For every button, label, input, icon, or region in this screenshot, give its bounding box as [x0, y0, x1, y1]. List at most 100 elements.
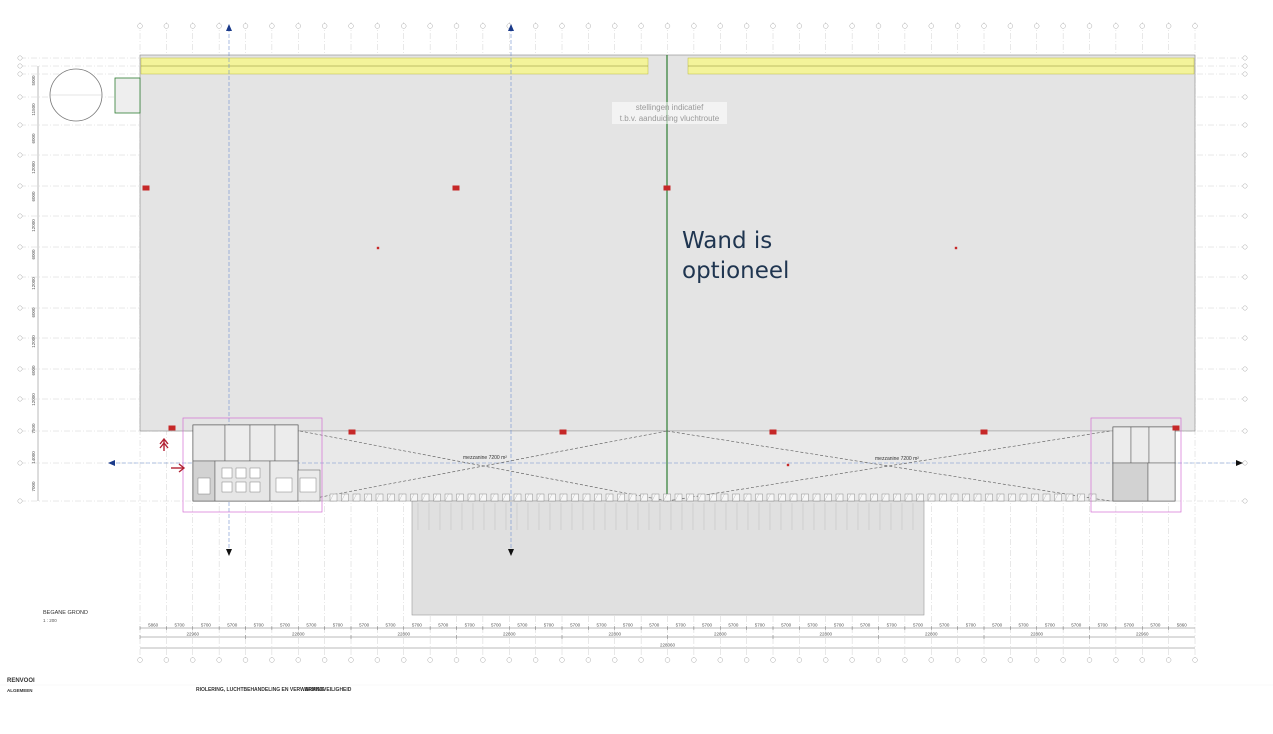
- dimension-label-bay: 5700: [386, 623, 397, 628]
- grid-bubble: [506, 657, 512, 663]
- loading-door: [433, 493, 441, 502]
- grid-bubble: [322, 23, 328, 29]
- loading-door: [789, 493, 798, 502]
- loading-door: [617, 493, 625, 502]
- grid-bubble: [242, 657, 249, 663]
- grid-bubble: [585, 657, 591, 663]
- grid-bubble: [1192, 657, 1198, 663]
- optional-wall-note-line1: Wand is: [682, 228, 773, 254]
- dimension-label-bay: 5700: [254, 623, 265, 628]
- grid-bubble: [1242, 396, 1248, 402]
- grid-bubble: [1242, 183, 1248, 189]
- dimension-label-bay: 5700: [860, 623, 871, 628]
- fire-hose-icon: [980, 429, 988, 435]
- floor-title: BEGANE GROND: [43, 610, 88, 616]
- grid-bubble: [480, 657, 486, 663]
- grid-bubble: [612, 657, 618, 663]
- grid-bubble: [17, 396, 23, 402]
- office-table: [235, 481, 247, 493]
- office-table: [221, 481, 233, 493]
- grid-bubble: [1242, 63, 1248, 69]
- grid-bubble: [242, 23, 249, 29]
- loading-door: [663, 493, 671, 502]
- dimension-label-group: 22800: [819, 632, 832, 637]
- optional-wall-note: Wand is optioneel: [682, 226, 789, 286]
- grid-bubble: [928, 23, 934, 29]
- dimension-label-side: 11500: [31, 103, 36, 116]
- grid-bubble: [849, 23, 855, 29]
- grid-bubble: [1242, 152, 1248, 158]
- dimension-label-side: 14000: [31, 451, 36, 464]
- loading-door: [1077, 493, 1085, 502]
- fire-hose-icon: [769, 429, 777, 435]
- grid-bubble: [17, 305, 23, 311]
- dimension-label-bay: 5700: [280, 623, 291, 628]
- grid-bubble: [1007, 23, 1013, 29]
- loading-door: [364, 493, 372, 502]
- office-desk: [275, 477, 293, 493]
- loading-door: [950, 493, 959, 502]
- dimension-label-bay: 5700: [491, 623, 502, 628]
- grid-bubble: [17, 152, 23, 158]
- grid-bubble: [1242, 335, 1248, 341]
- loading-door: [605, 493, 614, 502]
- loading-door: [870, 493, 878, 502]
- dimension-label-bay: 5700: [649, 623, 660, 628]
- office-table: [249, 467, 261, 479]
- dimension-label-group: 22800: [608, 632, 621, 637]
- dimension-label-bay: 5700: [834, 623, 845, 628]
- dimension-label-total: 228060: [660, 643, 676, 648]
- dimension-label-group: 22800: [292, 632, 305, 637]
- dimension-label-bay: 5700: [1019, 623, 1030, 628]
- dimension-label-side: 12000: [31, 219, 36, 232]
- loading-door: [893, 493, 901, 502]
- dimension-label-side: 12000: [31, 335, 36, 348]
- loading-door: [778, 493, 786, 502]
- loading-door: [904, 493, 913, 502]
- dimension-label-side: 6000: [31, 133, 36, 144]
- grid-bubble: [664, 657, 671, 663]
- dimension-label-side: 6000: [31, 307, 36, 318]
- dimension-label-group: 22800: [925, 632, 938, 637]
- grid-bubble: [322, 657, 328, 663]
- loading-door: [812, 493, 821, 502]
- dimension-label-group: 22800: [397, 632, 410, 637]
- entrance-arrow-icon: [159, 437, 186, 473]
- mezzanine-zone: [192, 430, 1114, 502]
- loading-door: [375, 493, 384, 502]
- dimension-label-bay: 5700: [438, 623, 449, 628]
- grid-bubble: [1192, 23, 1198, 29]
- office-desk: [197, 477, 211, 495]
- loading-door: [1054, 493, 1062, 502]
- fire-hose-icon: [663, 185, 671, 191]
- loading-door: [1042, 493, 1051, 502]
- fire-hose-icon: [1172, 425, 1180, 431]
- dimension-label-bay: 5700: [781, 623, 792, 628]
- fire-extinguisher-icon: [376, 246, 380, 250]
- pump-room: [114, 77, 141, 114]
- grid-bubble: [295, 23, 301, 29]
- dimension-label-bay: 5700: [702, 623, 713, 628]
- dimension-label-side: 6000: [31, 365, 36, 376]
- grid-bubble: [17, 498, 23, 504]
- loading-door: [536, 493, 545, 502]
- loading-door: [502, 493, 510, 502]
- grid-bubble: [1060, 657, 1066, 663]
- loading-door: [444, 493, 453, 502]
- grid-bubble: [1242, 305, 1248, 311]
- loading-door: [939, 493, 947, 502]
- loading-door: [962, 493, 970, 502]
- dimension-label-bay: 5700: [412, 623, 423, 628]
- fire-hose-icon: [142, 185, 150, 191]
- grid-bubble: [1242, 498, 1248, 504]
- loading-door: [525, 493, 533, 502]
- loading-door: [720, 493, 729, 502]
- grid-bubble: [1166, 23, 1172, 29]
- grid-bubble: [374, 657, 380, 663]
- dimension-label-bay: 5700: [1071, 623, 1082, 628]
- dimension-label-bay: 5700: [1150, 623, 1161, 628]
- grid-bubble: [902, 23, 908, 29]
- loading-door: [697, 493, 706, 502]
- grid-bubble: [401, 657, 407, 663]
- grid-bubble: [928, 657, 934, 663]
